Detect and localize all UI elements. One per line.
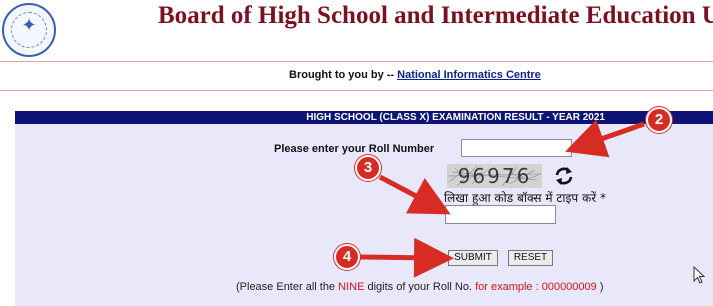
credits-text: Brought to you by -- National Informatic…: [289, 69, 541, 81]
roll-number-input[interactable]: [461, 139, 572, 157]
hint-part2: digits of your Roll No.: [364, 281, 476, 293]
result-form-panel: HIGH SCHOOL (CLASS X) EXAMINATION RESULT…: [15, 111, 713, 306]
header-divider: [0, 61, 713, 62]
hint-nine: NINE: [338, 281, 365, 293]
submit-button[interactable]: SUBMIT: [448, 250, 498, 266]
hint-example-value: 000000009: [538, 281, 597, 293]
callout-step-3: 3: [355, 155, 381, 181]
captcha-label: लिखा हुआ कोड बॉक्स में टाइप करें *: [444, 189, 606, 206]
panel-heading-bar: HIGH SCHOOL (CLASS X) EXAMINATION RESULT…: [15, 111, 713, 124]
hint-part1: (Please Enter all the: [236, 281, 339, 293]
required-marker: *: [596, 191, 606, 205]
mouse-cursor-icon: [693, 266, 705, 284]
hint-part3: ): [596, 281, 604, 293]
panel-heading: HIGH SCHOOL (CLASS X) EXAMINATION RESULT…: [306, 112, 605, 123]
captcha-image: 96976: [447, 164, 542, 188]
credits-divider: [0, 90, 713, 91]
roll-number-label: Please enter your Roll Number: [274, 143, 435, 155]
roll-number-hint: (Please Enter all the NINE digits of you…: [236, 281, 604, 293]
emblem-glyph: ✦: [21, 15, 37, 36]
callout-step-2: 2: [646, 107, 672, 133]
reset-button[interactable]: RESET: [508, 250, 553, 266]
page-title: Board of High School and Intermediate Ed…: [158, 2, 713, 29]
refresh-icon[interactable]: [553, 165, 575, 187]
credits-bar: Brought to you by -- National Informatic…: [0, 69, 713, 89]
up-board-emblem-icon: ✦: [2, 3, 56, 57]
credits-prefix: Brought to you by --: [289, 69, 398, 81]
callout-step-4: 4: [334, 244, 360, 270]
captcha-label-text: लिखा हुआ कोड बॉक्स में टाइप करें: [444, 191, 597, 205]
nic-link[interactable]: National Informatics Centre: [397, 69, 541, 81]
captcha-input[interactable]: [445, 205, 556, 224]
hint-example-label: for example :: [475, 281, 539, 293]
captcha-code: 96976: [457, 164, 532, 188]
page-header: ✦ Board of High School and Intermediate …: [0, 0, 713, 62]
